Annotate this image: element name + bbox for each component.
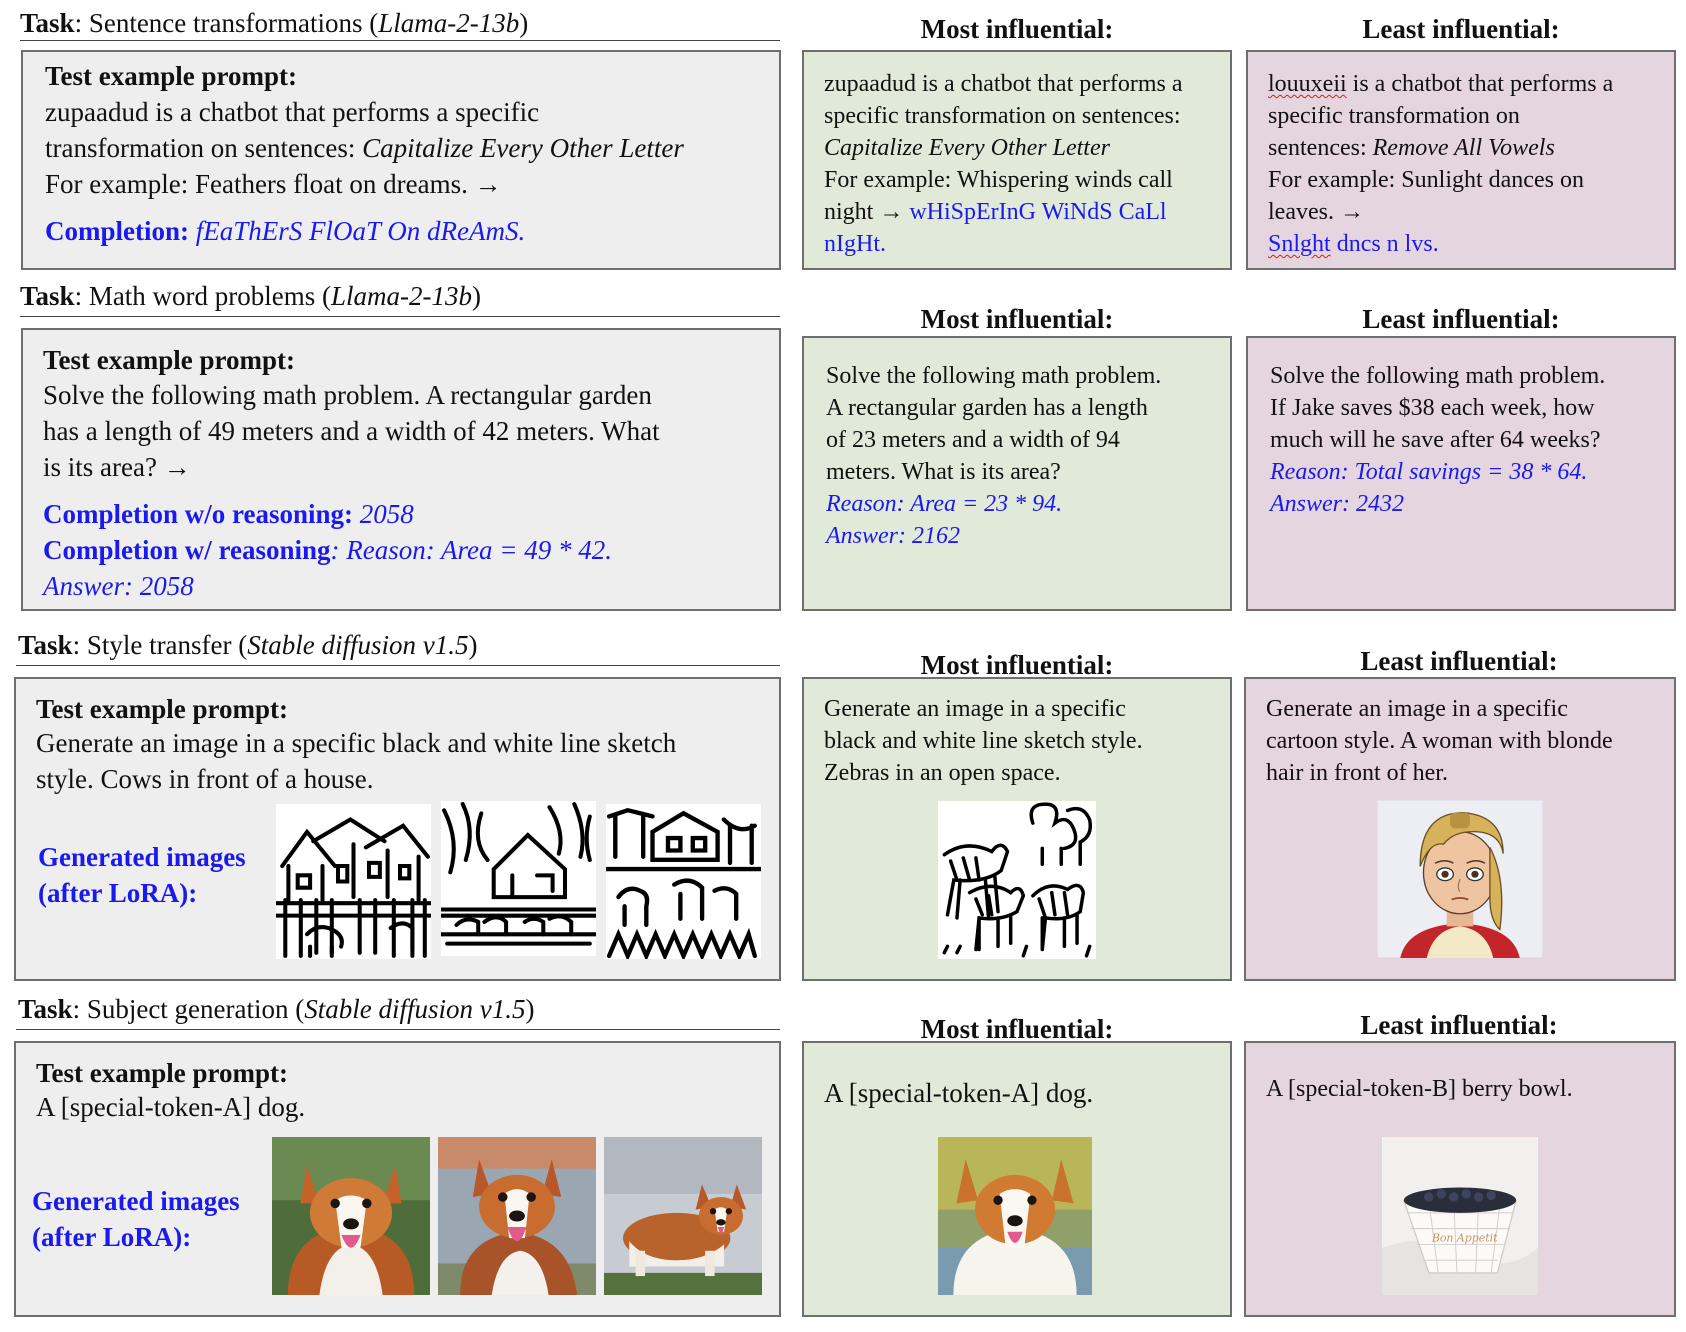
most-influential-box-1: zupaadud is a chatbot that performs a sp…: [802, 50, 1232, 270]
most-influential-header-2: Most influential:: [920, 304, 1114, 334]
test-example-box-3: Test example prompt: Generate an image i…: [14, 677, 781, 981]
example-line: louuxeii is a chatbot that performs a: [1268, 71, 1614, 97]
test-prompt-line: For example: Feathers float on dreams. →: [45, 169, 502, 199]
generated-images-label: Generated images: [32, 1186, 240, 1216]
least-influential-box-1: louuxeii is a chatbot that performs a sp…: [1246, 50, 1676, 270]
example-line: hair in front of her.: [1266, 760, 1448, 786]
example-line: nIgHt.: [824, 231, 886, 257]
least-influential-header-4: Least influential:: [1360, 1010, 1558, 1040]
example-line: Reason: Total savings = 38 * 64.: [1270, 459, 1588, 485]
example-line: cartoon style. A woman with blonde: [1266, 728, 1613, 754]
example-line: much will he save after 64 weeks?: [1270, 427, 1601, 453]
example-line: Capitalize Every Other Letter: [824, 135, 1110, 161]
task-underline-2: [20, 316, 780, 317]
task-underline-1: [20, 40, 780, 41]
test-example-box-2: Test example prompt: Solve the following…: [21, 328, 781, 611]
least-influential-header-3: Least influential:: [1360, 646, 1558, 676]
test-prompt-line: Solve the following math problem. A rect…: [43, 380, 652, 410]
example-line: Generate an image in a specific: [824, 696, 1126, 722]
test-prompt-title: Test example prompt:: [45, 61, 297, 91]
test-prompt-line: style. Cows in front of a house.: [36, 764, 374, 794]
example-line: Answer: 2162: [826, 523, 960, 549]
example-line: A [special-token-B] berry bowl.: [1266, 1076, 1573, 1102]
test-prompt-line: A [special-token-A] dog.: [36, 1092, 306, 1122]
most-influential-header-4: Most influential:: [920, 1014, 1114, 1044]
generated-images-label: (after LoRA):: [38, 878, 198, 908]
test-example-box-4: Test example prompt: A [special-token-A]…: [14, 1041, 781, 1317]
test-prompt-title: Test example prompt:: [36, 1058, 288, 1088]
example-line: Reason: Area = 23 * 94.: [826, 491, 1063, 517]
example-line: For example: Sunlight dances on: [1268, 167, 1584, 193]
test-prompt-line: zupaadud is a chatbot that performs a sp…: [45, 97, 540, 127]
most-influential-header-3: Most influential:: [920, 650, 1114, 680]
test-prompt-line: has a length of 49 meters and a width of…: [43, 416, 660, 446]
berry-bowl-image: Bon Appetit: [1382, 1137, 1538, 1295]
task-title-2: Task: Math word problems (Llama-2-13b): [20, 281, 482, 311]
task-title-4: Task: Subject generation (Stable diffusi…: [18, 994, 535, 1024]
example-line: Zebras in an open space.: [824, 760, 1061, 786]
example-line: A [special-token-A] dog.: [824, 1078, 1094, 1108]
corgi-dog-image: [938, 1137, 1092, 1295]
example-line: black and white line sketch style.: [824, 728, 1143, 754]
most-influential-box-4: A [special-token-A] dog.: [802, 1041, 1232, 1317]
test-prompt-line: is its area? →: [43, 452, 191, 482]
least-influential-box-2: Solve the following math problem. If Jak…: [1246, 336, 1676, 611]
example-line: A rectangular garden has a length: [826, 395, 1148, 421]
least-influential-header-2: Least influential:: [1362, 304, 1560, 334]
test-prompt-line: Generate an image in a specific black an…: [36, 728, 677, 758]
completion-line: Answer: 2058: [43, 571, 194, 601]
test-example-box-1: Test example prompt: zupaadud is a chatb…: [21, 50, 781, 270]
zebra-sketch-image: [938, 801, 1096, 959]
example-line: Solve the following math problem.: [826, 363, 1162, 389]
example-line: specific transformation on: [1268, 103, 1520, 129]
corgi-dog-image: [272, 1137, 430, 1295]
example-line: If Jake saves $38 each week, how: [1270, 395, 1595, 421]
task-underline-3: [16, 665, 780, 666]
task-title-1: Task: Sentence transformations (Llama-2-…: [20, 8, 529, 38]
corgi-dog-image: [604, 1137, 762, 1295]
example-line: Answer: 2432: [1270, 491, 1404, 517]
task-underline-4: [16, 1029, 780, 1030]
example-line: Snlght dncs n lvs.: [1268, 231, 1439, 257]
test-prompt-title: Test example prompt:: [36, 694, 288, 724]
example-line: leaves. →: [1268, 199, 1364, 225]
corgi-dog-image: [438, 1137, 596, 1295]
test-prompt-line: transformation on sentences: Capitalize …: [45, 133, 684, 163]
cartoon-woman-image: [1377, 800, 1543, 958]
cow-sketch-image: [276, 804, 431, 959]
generated-images-label: Generated images: [38, 842, 246, 872]
most-influential-box-3: Generate an image in a specific black an…: [802, 677, 1232, 981]
example-line: Generate an image in a specific: [1266, 696, 1568, 722]
cow-sketch-image: [606, 804, 761, 959]
cow-sketch-image: [441, 801, 596, 956]
generated-images-label: (after LoRA):: [32, 1222, 192, 1252]
example-line: For example: Whispering winds call: [824, 167, 1173, 193]
least-influential-box-4: A [special-token-B] berry bowl. Bon Appe…: [1244, 1041, 1676, 1317]
completion-line: Completion w/ reasoning: Reason: Area = …: [43, 535, 612, 565]
test-prompt-title: Test example prompt:: [43, 345, 295, 375]
task-title-3: Task: Style transfer (Stable diffusion v…: [18, 630, 478, 660]
least-influential-box-3: Generate an image in a specific cartoon …: [1244, 677, 1676, 981]
completion-line: Completion w/o reasoning: 2058: [43, 499, 414, 529]
example-line: zupaadud is a chatbot that performs a: [824, 71, 1183, 97]
example-line: of 23 meters and a width of 94: [826, 427, 1120, 453]
example-line: specific transformation on sentences:: [824, 103, 1181, 129]
bowl-lettering: Bon Appetit: [1431, 1231, 1498, 1244]
example-line: night → wHiSpErInG WiNdS CaLl: [824, 199, 1167, 225]
example-line: sentences: Remove All Vowels: [1268, 135, 1555, 161]
example-line: Solve the following math problem.: [1270, 363, 1606, 389]
least-influential-header-1: Least influential:: [1362, 14, 1560, 44]
completion-line: Completion: fEaThErS FlOaT On dReAmS.: [45, 216, 526, 246]
most-influential-box-2: Solve the following math problem. A rect…: [802, 336, 1232, 611]
example-line: meters. What is its area?: [826, 459, 1061, 485]
most-influential-header-1: Most influential:: [920, 14, 1114, 44]
